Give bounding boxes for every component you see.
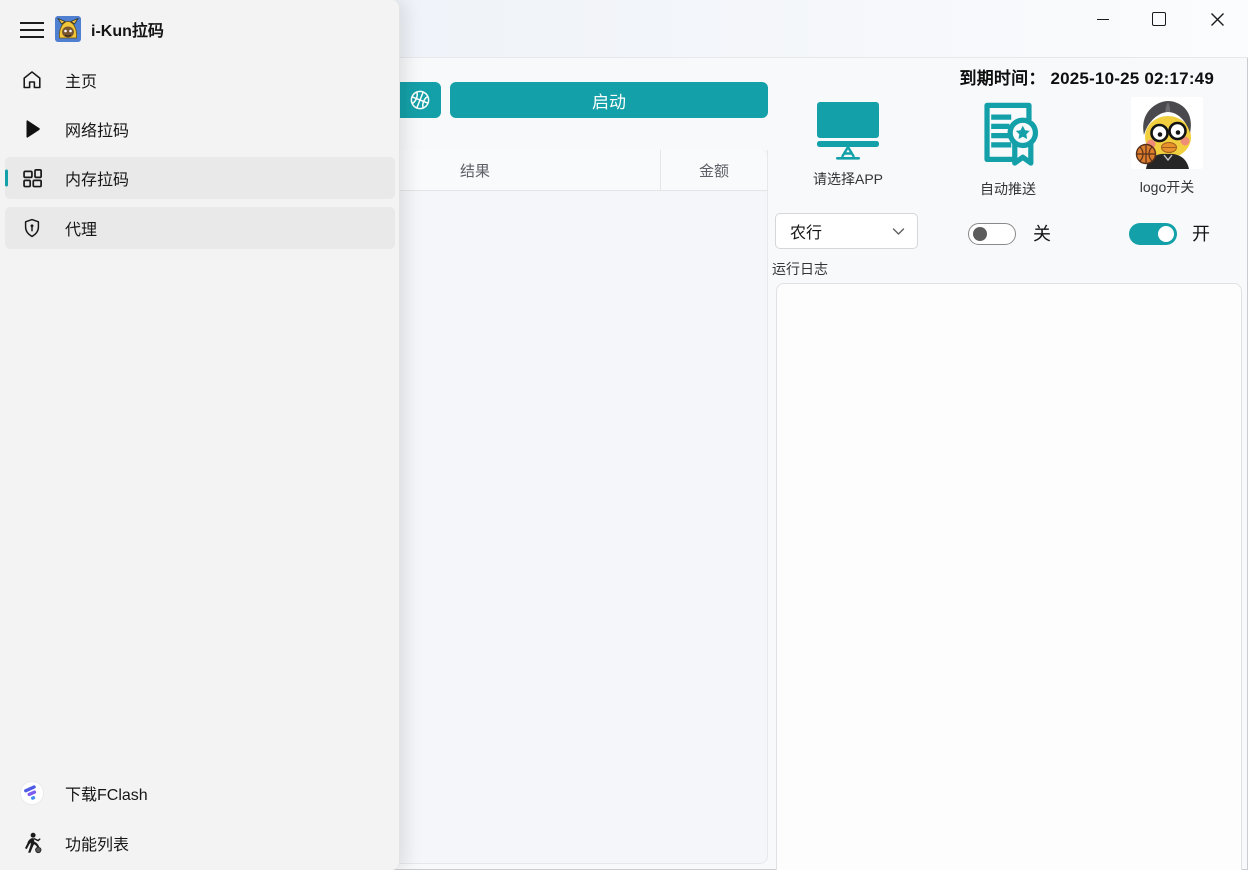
avatar-image — [1131, 97, 1203, 169]
sidebar-item-network[interactable]: 网络拉码 — [5, 108, 395, 150]
selected-accent-bar — [5, 170, 8, 187]
basketball-player-icon — [20, 831, 44, 855]
sidebar: i-Kun拉码 主页 网络拉码 — [0, 0, 400, 870]
play-icon — [20, 117, 44, 141]
maximize-button[interactable] — [1136, 2, 1182, 36]
sidebar-item-proxy[interactable]: 代理 — [5, 207, 395, 249]
fclash-icon — [20, 781, 44, 805]
basketball-icon — [408, 88, 432, 112]
logo-switch-card: logo开关 — [1119, 97, 1215, 197]
minimize-button[interactable] — [1080, 2, 1126, 36]
maximize-icon — [1152, 12, 1166, 26]
monitor-icon — [815, 101, 881, 161]
hamburger-button[interactable] — [14, 14, 50, 46]
auto-push-toggle[interactable] — [968, 223, 1016, 245]
home-icon — [20, 68, 44, 92]
sidebar-item-download-fclash[interactable]: 下载FClash — [5, 772, 395, 814]
logo-switch-toggle[interactable] — [1129, 223, 1177, 245]
shield-icon — [20, 216, 44, 240]
auto-push-toggle-knob — [973, 227, 987, 241]
expiry-label: 到期时间： — [960, 69, 1046, 88]
app-select-label: 请选择APP — [813, 169, 883, 189]
close-button[interactable] — [1194, 2, 1240, 36]
app-title: i-Kun拉码 — [91, 17, 164, 41]
grid-icon — [20, 166, 44, 190]
app-window: 到期时间： 2025-10-25 02:17:49 启动 结果 金额 请选择AP… — [0, 0, 1248, 870]
chevron-down-icon — [892, 227, 905, 236]
start-button-label: 启动 — [592, 88, 626, 113]
column-header-amount[interactable]: 金额 — [660, 150, 767, 190]
app-brand: i-Kun拉码 — [55, 16, 164, 42]
sidebar-item-label: 下载FClash — [65, 781, 148, 805]
app-select-card: 请选择APP — [800, 101, 896, 189]
app-select-dropdown[interactable]: 农行 — [775, 213, 918, 249]
sidebar-item-features[interactable]: 功能列表 — [5, 822, 395, 864]
logo-switch-toggle-knob — [1158, 226, 1174, 242]
sidebar-item-label: 功能列表 — [65, 831, 129, 855]
sidebar-item-home[interactable]: 主页 — [5, 59, 395, 101]
expiry-time: 到期时间： 2025-10-25 02:17:49 — [960, 64, 1214, 89]
logo-switch-label: logo开关 — [1140, 177, 1194, 197]
sidebar-item-label: 代理 — [65, 216, 97, 240]
app-logo-icon — [55, 16, 81, 42]
sidebar-item-memory[interactable]: 内存拉码 — [5, 157, 395, 199]
start-button[interactable]: 启动 — [450, 82, 768, 118]
run-log-area[interactable] — [776, 283, 1242, 870]
sidebar-item-label: 网络拉码 — [65, 117, 129, 141]
run-log-label: 运行日志 — [772, 259, 828, 279]
expiry-value: 2025-10-25 02:17:49 — [1050, 69, 1214, 88]
auto-push-card: 自动推送 — [960, 95, 1056, 199]
sidebar-item-label: 内存拉码 — [65, 166, 129, 190]
app-select-value: 农行 — [790, 219, 892, 243]
auto-push-label: 自动推送 — [980, 179, 1036, 199]
logo-switch-state: 开 — [1192, 220, 1210, 246]
close-icon — [1210, 12, 1225, 27]
hamburger-icon — [20, 22, 44, 24]
sidebar-item-label: 主页 — [65, 68, 97, 92]
minimize-icon — [1097, 19, 1109, 20]
auto-push-state: 关 — [1033, 220, 1051, 246]
certificate-icon — [971, 95, 1045, 171]
